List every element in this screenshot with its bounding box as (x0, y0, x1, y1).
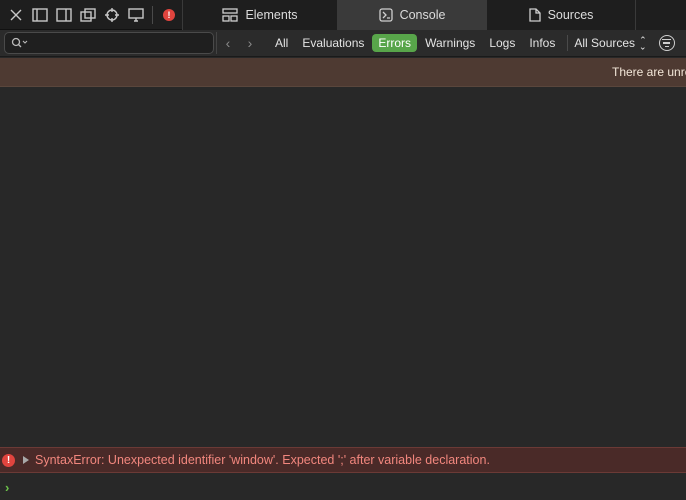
toolbar-divider (152, 6, 153, 24)
banner-text: There are unre (612, 65, 686, 79)
elements-icon (222, 8, 239, 22)
filter-all[interactable]: All (269, 34, 294, 52)
error-message-text: SyntaxError: Unexpected identifier 'wind… (35, 453, 490, 467)
undock-icon (80, 8, 96, 22)
dock-left-icon (32, 8, 48, 22)
next-match-button[interactable]: › (239, 32, 261, 54)
error-indicator-button[interactable]: ! (157, 3, 181, 27)
error-icon: ! (2, 453, 15, 467)
search-input[interactable] (33, 36, 203, 50)
console-messages (0, 87, 686, 447)
document-icon (528, 8, 541, 22)
dock-right-button[interactable] (52, 3, 76, 27)
console-search (4, 32, 214, 54)
up-down-chevron-icon: ⌃ ⌃ (639, 35, 647, 52)
toolbar-tools: ! (0, 0, 183, 30)
level-filters: All Evaluations Errors Warnings Logs Inf… (269, 34, 675, 52)
sources-label: All Sources (574, 36, 636, 50)
crosshair-icon (105, 8, 119, 22)
warning-banner: There are unre (0, 58, 686, 87)
console-input[interactable] (15, 480, 656, 494)
tab-sources-label: Sources (547, 8, 594, 22)
chevron-right-icon: › (247, 35, 253, 51)
device-icon (128, 8, 144, 22)
chevron-left-icon: ‹ (225, 35, 231, 51)
tab-console-label: Console (399, 8, 446, 22)
console-error-message[interactable]: ! SyntaxError: Unexpected identifier 'wi… (0, 447, 686, 473)
tab-sources[interactable]: Sources (487, 0, 636, 30)
search-navigation: ‹ › (216, 32, 261, 54)
undock-button[interactable] (76, 3, 100, 27)
filter-errors[interactable]: Errors (372, 34, 418, 52)
error-badge-icon: ! (163, 9, 175, 21)
filter-options-icon[interactable] (658, 35, 675, 51)
dock-right-icon (56, 8, 72, 22)
disclosure-triangle-icon[interactable] (23, 456, 29, 464)
tab-console[interactable]: Console (338, 0, 487, 30)
filter-infos[interactable]: Infos (523, 34, 561, 52)
search-icon (11, 37, 28, 48)
previous-match-button[interactable]: ‹ (217, 32, 239, 54)
devtools-tab-bar: ! Elements Console Sources (0, 0, 686, 30)
element-picker-button[interactable] (100, 3, 124, 27)
console-icon (378, 8, 393, 22)
tab-overflow[interactable] (636, 0, 686, 30)
dock-left-button[interactable] (28, 3, 52, 27)
filter-divider (567, 35, 569, 51)
filter-evaluations[interactable]: Evaluations (296, 34, 370, 52)
filter-warnings[interactable]: Warnings (419, 34, 481, 52)
tab-elements[interactable]: Elements (183, 0, 338, 30)
close-button[interactable] (4, 3, 28, 27)
filter-logs[interactable]: Logs (483, 34, 521, 52)
console-prompt: › (0, 474, 686, 500)
sources-dropdown[interactable]: All Sources ⌃ ⌃ (574, 35, 647, 52)
console-filter-bar: ‹ › All Evaluations Errors Warnings Logs… (0, 30, 686, 57)
prompt-chevron-icon: › (5, 479, 10, 495)
tab-elements-label: Elements (245, 8, 298, 22)
device-button[interactable] (124, 3, 148, 27)
close-icon (10, 9, 22, 21)
